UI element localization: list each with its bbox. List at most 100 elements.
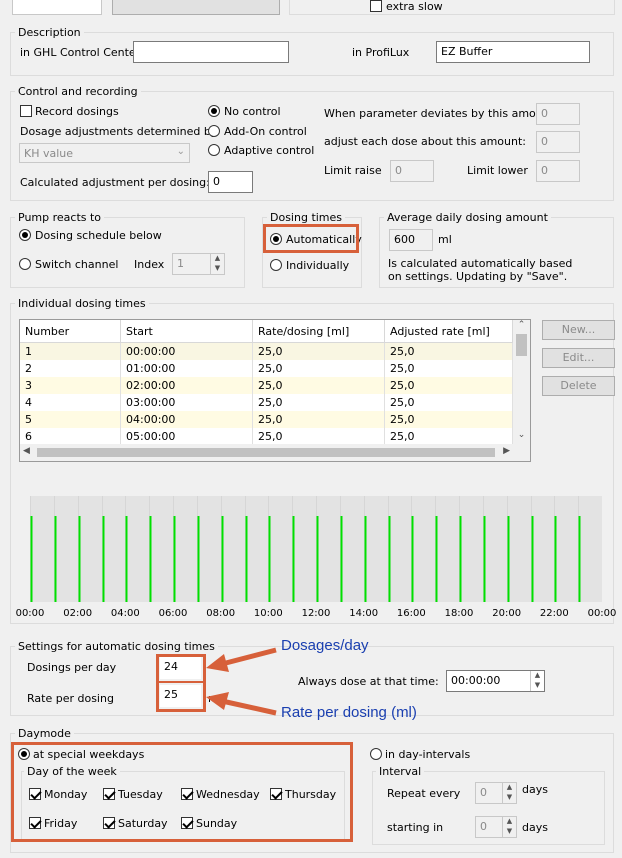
- record-dosings-checkbox[interactable]: [20, 105, 32, 117]
- switch-channel-label: Switch channel: [35, 258, 119, 271]
- dosing-table-grid: Number Start Rate/dosing [ml] Adjusted r…: [20, 320, 513, 445]
- top-partial-button[interactable]: [112, 0, 280, 15]
- timeline-tick-label: 00:00: [15, 608, 45, 619]
- timeline-tick-label: 18:00: [444, 608, 474, 619]
- schedule-radio[interactable]: [19, 229, 31, 241]
- scrollbar-thumb[interactable]: [516, 334, 527, 356]
- dosing-times-title: Dosing times: [267, 211, 346, 224]
- table-row[interactable]: 2 01:00:00 25,0 25,0: [20, 360, 513, 377]
- scroll-right-icon[interactable]: ▶: [503, 446, 510, 456]
- dosages-annotation: Dosages/day: [281, 637, 369, 654]
- kh-value-select[interactable]: KH value ⌄: [19, 143, 190, 163]
- scroll-up-icon[interactable]: ⌃: [513, 320, 530, 334]
- individually-label: Individually: [286, 259, 350, 272]
- chevron-down-icon: ▼: [506, 827, 513, 835]
- table-row[interactable]: 6 05:00:00 25,0 25,0: [20, 428, 513, 445]
- col-number[interactable]: Number: [20, 320, 121, 343]
- individually-radio[interactable]: [270, 259, 282, 271]
- timeline-tick-label: 10:00: [253, 608, 283, 619]
- scroll-down-icon[interactable]: ⌄: [513, 430, 530, 444]
- interval-title: Interval: [376, 765, 425, 778]
- timeline-axis-labels: 00:00 02:00 04:00 06:00 08:00 10:00 12:00 14:00…: [0, 607, 622, 621]
- rate-per-dosing-label: Rate per dosing: [27, 692, 114, 705]
- dosing-timeline: [30, 496, 602, 602]
- dosing-table: Number Start Rate/dosing [ml] Adjusted r…: [19, 319, 531, 462]
- chevron-up-icon: ▲: [506, 817, 513, 825]
- calc-adjustment-field[interactable]: 0: [208, 171, 253, 193]
- start-spinner[interactable]: ▲ ▼: [502, 817, 516, 837]
- repeat-every-value: 0: [480, 786, 487, 799]
- auto-settings-title: Settings for automatic dosing times: [15, 640, 218, 653]
- scroll-corner: [513, 444, 530, 461]
- col-rate[interactable]: Rate/dosing [ml]: [252, 320, 385, 343]
- table-row[interactable]: 4 03:00:00 25,0 25,0: [20, 394, 513, 411]
- repeat-every-label: Repeat every: [387, 787, 461, 800]
- timeline-tick-label: 06:00: [158, 608, 188, 619]
- repeat-every-stepper[interactable]: 0 ▲ ▼: [475, 782, 517, 804]
- automatically-highlight: [263, 224, 359, 253]
- repeat-spinner[interactable]: ▲ ▼: [502, 783, 516, 803]
- timeline-tick-label: 02:00: [63, 608, 93, 619]
- index-stepper[interactable]: 1 ▲ ▼: [172, 253, 225, 275]
- new-button[interactable]: New...: [542, 320, 615, 340]
- limit-raise-label: Limit raise: [324, 164, 382, 177]
- calc-adjustment-label: Calculated adjustment per dosing:: [20, 176, 210, 189]
- chevron-up-icon: ▲: [534, 671, 541, 679]
- edit-button[interactable]: Edit...: [542, 348, 615, 368]
- dosings-rate-highlight: [156, 654, 206, 712]
- starting-in-stepper[interactable]: 0 ▲ ▼: [475, 816, 517, 838]
- timeline-tick-label: 08:00: [206, 608, 236, 619]
- always-dose-field[interactable]: 00:00:00 ▲ ▼: [446, 670, 545, 692]
- horizontal-scrollbar[interactable]: ◀ ▶: [20, 444, 513, 461]
- daymode-title: Daymode: [15, 727, 74, 740]
- col-adjusted[interactable]: Adjusted rate [ml]: [384, 320, 513, 343]
- day-intervals-radio[interactable]: [370, 748, 382, 760]
- scrollbar-thumb-h[interactable]: [37, 448, 495, 457]
- extra-slow-checkbox[interactable]: [370, 0, 382, 12]
- chevron-down-icon: ▼: [506, 793, 513, 801]
- adjust-dose-field[interactable]: 0: [536, 131, 580, 153]
- kh-value-text: KH value: [24, 147, 74, 160]
- limit-lower-field[interactable]: 0: [536, 160, 580, 182]
- adjust-determined-label: Dosage adjustments determined by: [20, 125, 218, 138]
- chevron-up-icon: ▲: [506, 783, 513, 791]
- rate-unit: ml: [208, 692, 222, 705]
- ghl-input[interactable]: [133, 41, 289, 63]
- timeline-tick-label: 20:00: [492, 608, 522, 619]
- no-control-label: No control: [224, 105, 281, 118]
- timeline-tick-label: 04:00: [110, 608, 140, 619]
- index-spinner[interactable]: ▲ ▼: [210, 254, 224, 274]
- repeat-unit: days: [522, 783, 548, 796]
- adaptive-control-radio[interactable]: [208, 144, 220, 156]
- table-row[interactable]: 5 04:00:00 25,0 25,0: [20, 411, 513, 428]
- timeline-svg: [30, 496, 581, 602]
- average-title: Average daily dosing amount: [384, 211, 551, 224]
- ghl-label: in GHL Control Center: [20, 46, 141, 59]
- col-start[interactable]: Start: [120, 320, 253, 343]
- extra-slow-label: extra slow: [386, 0, 443, 13]
- chevron-down-icon: ⌄: [176, 146, 185, 157]
- table-row[interactable]: 1 00:00:00 25,0 25,0: [20, 342, 513, 360]
- average-unit: ml: [438, 233, 452, 246]
- deviates-field[interactable]: 0: [536, 103, 580, 125]
- always-dose-spinner[interactable]: ▲ ▼: [530, 671, 544, 691]
- chevron-up-icon: ▲: [214, 254, 221, 262]
- no-control-radio[interactable]: [208, 105, 220, 117]
- index-label: Index: [134, 258, 165, 271]
- weekdays-highlight: [11, 742, 353, 842]
- addon-control-radio[interactable]: [208, 125, 220, 137]
- control-title: Control and recording: [15, 85, 141, 98]
- scroll-left-icon[interactable]: ◀: [23, 446, 30, 456]
- profilux-input[interactable]: EZ Buffer: [436, 41, 590, 63]
- table-row[interactable]: 3 02:00:00 25,0 25,0: [20, 377, 513, 394]
- timeline-tick-label: 22:00: [539, 608, 569, 619]
- vertical-scrollbar[interactable]: ⌃ ⌄: [513, 320, 530, 444]
- index-value: 1: [177, 257, 184, 270]
- start-unit: days: [522, 821, 548, 834]
- delete-button[interactable]: Delete: [542, 376, 615, 396]
- limit-raise-field[interactable]: 0: [390, 160, 434, 182]
- always-dose-label: Always dose at that time:: [298, 675, 439, 688]
- switch-channel-radio[interactable]: [19, 258, 31, 270]
- timeline-tick-label: 14:00: [349, 608, 379, 619]
- always-dose-value: 00:00:00: [451, 674, 501, 687]
